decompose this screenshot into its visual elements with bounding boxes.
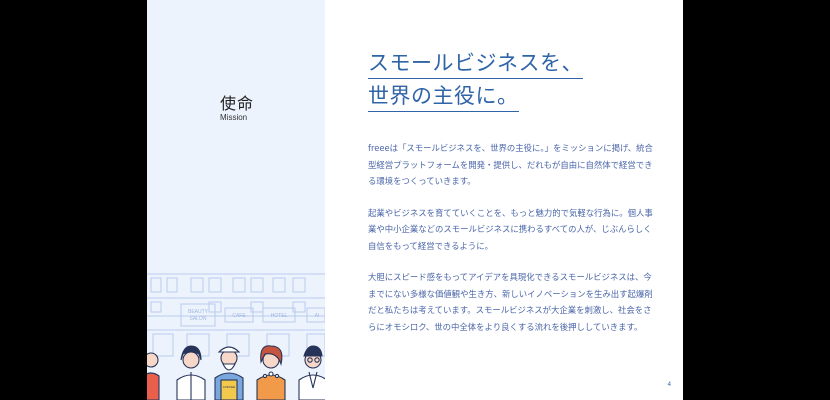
sign-cafe: CAFE: [232, 313, 246, 319]
headline-line-1: スモールビジネスを、: [368, 49, 583, 79]
page-number: 4: [667, 382, 671, 388]
paragraph-3: 大胆にスピード感をもってアイデアを具現化できるスモールビジネスは、今までにない多…: [368, 272, 653, 332]
storefront-people-illustration: BEAUTY SALON CAFE HOTEL AI COFFEE: [147, 273, 325, 400]
slide: 使命 Mission BEAUTY SALON CAFE HOTEL AI CO…: [147, 0, 683, 400]
apron-text: COFFEE: [223, 385, 235, 389]
paragraph-2: 起業やビジネスを育てていくことを、もっと魅力的で気軽な行為に。個人事業や中小企業…: [368, 207, 653, 251]
mission-body: freeeは「スモールビジネスを、世界の主役に。」をミッションに掲げ、統合型経営…: [368, 140, 656, 350]
sign-beauty: BEAUTY: [188, 309, 209, 315]
sign-salon: SALON: [190, 316, 207, 322]
headline-line-2: 世界の主役に。: [368, 82, 519, 112]
section-subtitle: Mission: [220, 113, 248, 122]
paragraph-1: freeeは「スモールビジネスを、世界の主役に。」をミッションに掲げ、統合型経営…: [368, 143, 653, 186]
section-title: 使命: [220, 94, 255, 113]
mission-headline: スモールビジネスを、 世界の主役に。: [368, 47, 668, 113]
sign-hotel: HOTEL: [271, 313, 288, 319]
left-panel: 使命 Mission BEAUTY SALON CAFE HOTEL AI CO…: [147, 0, 325, 400]
sign-ai: AI: [315, 313, 320, 319]
